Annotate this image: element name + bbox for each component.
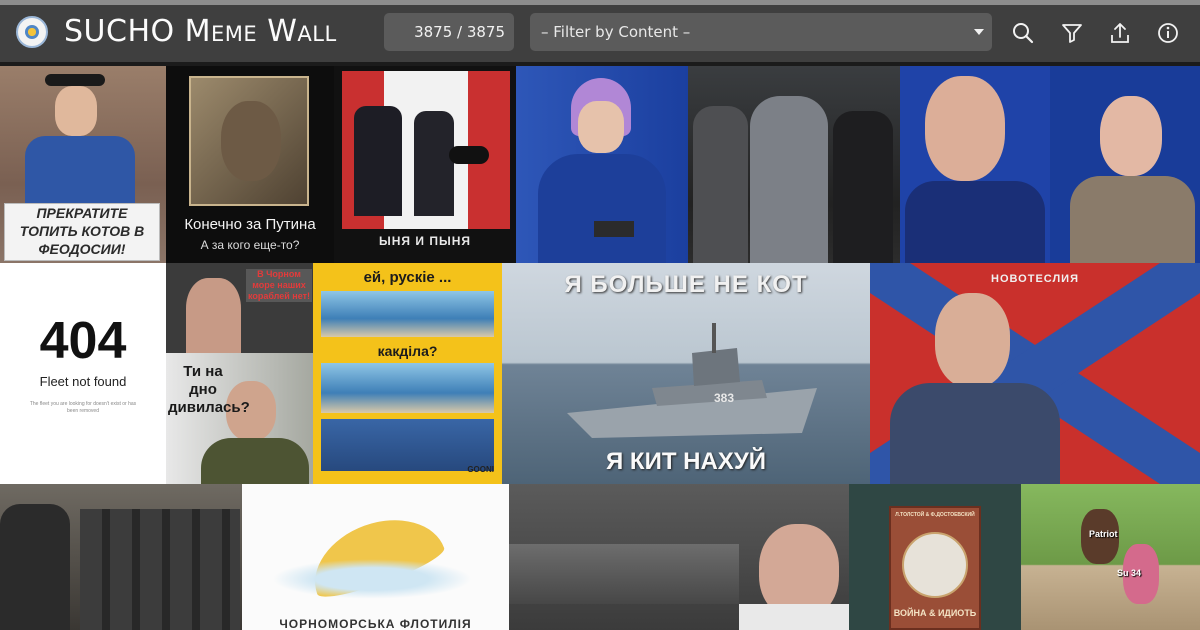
- error-code: 404: [39, 312, 127, 370]
- meme-body: [201, 438, 309, 484]
- meme-tile-ship-whale[interactable]: Я БОЛЬШЕ НЕ КОТ 383 Я КИТ НАХУЙ: [502, 263, 870, 484]
- info-icon[interactable]: [1155, 20, 1181, 46]
- meme-face: [186, 278, 241, 353]
- book-portrait: [902, 532, 968, 598]
- meme-caption-line2: А за кого еще-то?: [200, 238, 300, 252]
- meme-counter: 3875 / 3875: [384, 13, 514, 51]
- app-header: SUCHO Meme Wall 3875 / 3875 – Filter by …: [0, 5, 1200, 62]
- search-icon[interactable]: [1010, 20, 1036, 46]
- meme-tire: [449, 146, 489, 164]
- meme-smoke-ship: [509, 544, 739, 604]
- app-title: SUCHO Meme Wall: [64, 14, 337, 49]
- meme-body-right: [1070, 176, 1195, 263]
- meme-splash: [272, 559, 472, 599]
- meme-tile-purple-hair[interactable]: [516, 66, 688, 263]
- meme-person-right: [414, 111, 454, 216]
- meme-tile-no-ships[interactable]: В Чорном море наших кораблей нет!: [166, 263, 313, 353]
- error-title: Fleet not found: [39, 374, 127, 389]
- upload-icon[interactable]: [1107, 20, 1133, 46]
- meme-panel-1: [321, 291, 494, 337]
- meme-caption-line1: Конечно за Путина: [184, 216, 316, 233]
- filter-select-label: – Filter by Content –: [541, 23, 691, 41]
- error-subtitle: The fleet you are looking for doesn't ex…: [29, 401, 137, 414]
- filter-icon[interactable]: [1059, 20, 1085, 46]
- flag-banner: НОВОТЕСЛИЯ: [991, 273, 1079, 285]
- meme-body: [890, 383, 1060, 484]
- meme-face-right: [1100, 96, 1162, 176]
- book-authors: Л.ТОЛСТОЙ & Ф.ДОСТОЕВСКИЙ: [895, 512, 975, 518]
- meme-tile-medvedev-minime[interactable]: [900, 66, 1200, 263]
- meme-caption-mid: какділа?: [377, 343, 438, 359]
- meme-caption: ПРЕКРАТИТЕ ТОПИТЬ КОТОВ В ФЕОДОСИИ!: [19, 205, 145, 257]
- meme-label-1: Patriot: [1089, 529, 1118, 539]
- meme-tile-bottom[interactable]: Ти на дно дивилась?: [166, 353, 313, 484]
- meme-tile-patriot-chase[interactable]: Patriot Su 34: [1021, 484, 1200, 630]
- meme-figure-face: [55, 86, 97, 136]
- meme-tile-cats-feodosia[interactable]: ПРЕКРАТИТЕ ТОПИТЬ КОТОВ В ФЕОДОСИИ!: [0, 66, 166, 263]
- meme-person-left: [354, 106, 402, 216]
- meme-body: [538, 154, 666, 263]
- meme-tile-putin-question[interactable]: Конечно за Путина А за кого еще-то?: [166, 66, 334, 263]
- meme-face: [221, 101, 281, 181]
- meme-panel-2: [321, 363, 494, 413]
- meme-caption-top: Я БОЛЬШЕ НЕ КОТ: [564, 271, 808, 298]
- warship-graphic: [567, 323, 817, 438]
- meme-caption: В Чорном море наших кораблей нет!: [246, 269, 312, 302]
- meme-collar: [739, 604, 849, 630]
- meme-person-3: [833, 111, 893, 263]
- hull-number: 383: [714, 391, 735, 405]
- meme-face: [935, 293, 1010, 388]
- meme-tile-404-fleet[interactable]: 404 Fleet not found The fleet you are lo…: [0, 263, 166, 484]
- meme-face-left: [925, 76, 1005, 181]
- meme-caption: ЧОРНОМОРСЬКА ФЛОТИЛІЯ: [279, 617, 472, 630]
- meme-figure-hat: [45, 74, 105, 86]
- meme-caption: ЫНЯ И ПЫНЯ: [379, 234, 471, 248]
- meme-soldiers-row: [80, 509, 240, 630]
- meme-caption-bottom: Я КИТ НАХУЙ: [606, 448, 766, 475]
- meme-caption-top: ей, рускіе ...: [363, 269, 452, 286]
- meme-caption: Ти на дно дивилась?: [168, 363, 250, 416]
- meme-tile-crying-putin[interactable]: [509, 484, 849, 630]
- chevron-down-icon: [974, 29, 984, 35]
- meme-person-2: [750, 96, 828, 263]
- meme-tablet: [594, 221, 634, 237]
- meme-tile-dr-evil[interactable]: [688, 66, 900, 263]
- meme-tile-novotesliya[interactable]: НОВОТЕСЛИЯ: [870, 263, 1200, 484]
- meme-figure-front: [0, 504, 70, 630]
- meme-brand: GOONI: [467, 465, 494, 474]
- meme-body-left: [905, 181, 1045, 263]
- meme-label-2: Su 34: [1117, 568, 1142, 578]
- meme-tile-soldiers[interactable]: [0, 484, 242, 630]
- meme-face: [578, 101, 624, 153]
- content-filter-select[interactable]: – Filter by Content –: [530, 13, 992, 51]
- meme-tile-banana-fleet[interactable]: ЧОРНОМОРСЬКА ФЛОТИЛІЯ: [242, 484, 509, 630]
- sucho-logo-icon[interactable]: [16, 16, 48, 48]
- meme-tile-war-idiot-book[interactable]: Л.ТОЛСТОЙ & Ф.ДОСТОЕВСКИЙ ВОЙНА & ИДИОТЬ: [849, 484, 1021, 630]
- meme-tile-gooni[interactable]: ей, рускіе ... какділа? GOONI: [313, 263, 502, 484]
- meme-panel-3: [321, 419, 494, 471]
- meme-tile-ynya-pynya[interactable]: ЫНЯ И ПЫНЯ: [334, 66, 516, 263]
- book-title: ВОЙНА & ИДИОТЬ: [893, 608, 977, 618]
- meme-person-1: [693, 106, 748, 263]
